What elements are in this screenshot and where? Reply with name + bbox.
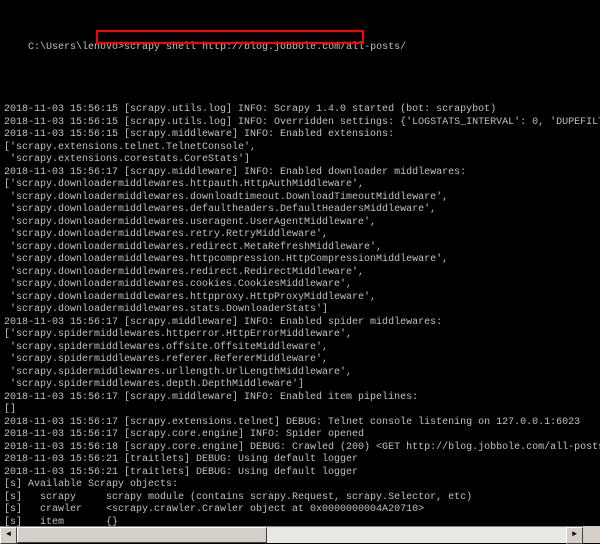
- log-line: 2018-11-03 15:56:17 [scrapy.core.engine]…: [4, 429, 596, 442]
- log-line: 'scrapy.extensions.corestats.CoreStats']: [4, 154, 596, 167]
- log-line: 2018-11-03 15:56:17 [scrapy.middleware] …: [4, 167, 596, 180]
- log-line: ['scrapy.downloadermiddlewares.httpauth.…: [4, 179, 596, 192]
- scroll-track[interactable]: [17, 527, 566, 543]
- log-line: 2018-11-03 15:56:15 [scrapy.utils.log] I…: [4, 104, 596, 117]
- log-line: 'scrapy.downloadermiddlewares.redirect.M…: [4, 242, 596, 255]
- log-line: 'scrapy.downloadermiddlewares.retry.Retr…: [4, 229, 596, 242]
- terminal-output[interactable]: C:\Users\lenovo>scrapy shell http://blog…: [0, 0, 600, 526]
- log-line: 'scrapy.downloadermiddlewares.defaulthea…: [4, 204, 596, 217]
- log-line: 2018-11-03 15:56:21 [traitlets] DEBUG: U…: [4, 454, 596, 467]
- log-line: 'scrapy.downloadermiddlewares.cookies.Co…: [4, 279, 596, 292]
- log-line: 'scrapy.downloadermiddlewares.useragent.…: [4, 217, 596, 230]
- scroll-left-button[interactable]: ◄: [0, 527, 17, 544]
- log-line: 'scrapy.downloadermiddlewares.redirect.R…: [4, 267, 596, 280]
- log-line: 2018-11-03 15:56:15 [scrapy.middleware] …: [4, 129, 596, 142]
- log-line: 2018-11-03 15:56:21 [traitlets] DEBUG: U…: [4, 467, 596, 480]
- scrollbar-corner: [583, 526, 600, 543]
- log-line: 'scrapy.downloadermiddlewares.httpcompre…: [4, 254, 596, 267]
- log-line: [s] crawler <scrapy.crawler.Crawler obje…: [4, 504, 596, 517]
- log-line: [s] scrapy scrapy module (contains scrap…: [4, 492, 596, 505]
- log-lines-container: 2018-11-03 15:56:15 [scrapy.utils.log] I…: [4, 104, 596, 526]
- log-line: [s] Available Scrapy objects:: [4, 479, 596, 492]
- log-line: 'scrapy.spidermiddlewares.offsite.Offsit…: [4, 342, 596, 355]
- log-line: 2018-11-03 15:56:18 [scrapy.core.engine]…: [4, 442, 596, 455]
- log-line: 2018-11-03 15:56:17 [scrapy.middleware] …: [4, 317, 596, 330]
- log-line: 2018-11-03 15:56:15 [scrapy.utils.log] I…: [4, 117, 596, 130]
- log-line: 'scrapy.downloadermiddlewares.downloadti…: [4, 192, 596, 205]
- log-line: ['scrapy.extensions.telnet.TelnetConsole…: [4, 142, 596, 155]
- log-line: 'scrapy.spidermiddlewares.depth.DepthMid…: [4, 379, 596, 392]
- scroll-thumb[interactable]: [17, 527, 267, 543]
- prompt-path: C:\Users\lenovo>: [28, 42, 124, 53]
- log-line: 'scrapy.spidermiddlewares.referer.Refere…: [4, 354, 596, 367]
- scroll-right-button[interactable]: ►: [566, 527, 583, 544]
- log-line: 'scrapy.spidermiddlewares.urllength.UrlL…: [4, 367, 596, 380]
- log-line: []: [4, 404, 596, 417]
- entered-command: scrapy shell http://blog.jobbole.com/all…: [124, 42, 406, 53]
- log-line: 'scrapy.downloadermiddlewares.stats.Down…: [4, 304, 596, 317]
- log-line: 'scrapy.downloadermiddlewares.httpproxy.…: [4, 292, 596, 305]
- horizontal-scrollbar[interactable]: ◄ ►: [0, 526, 583, 543]
- command-line: C:\Users\lenovo>scrapy shell http://blog…: [4, 29, 596, 79]
- log-line: [s] item {}: [4, 517, 596, 527]
- log-line: ['scrapy.spidermiddlewares.httperror.Htt…: [4, 329, 596, 342]
- log-line: 2018-11-03 15:56:17 [scrapy.middleware] …: [4, 392, 596, 405]
- log-line: 2018-11-03 15:56:17 [scrapy.extensions.t…: [4, 417, 596, 430]
